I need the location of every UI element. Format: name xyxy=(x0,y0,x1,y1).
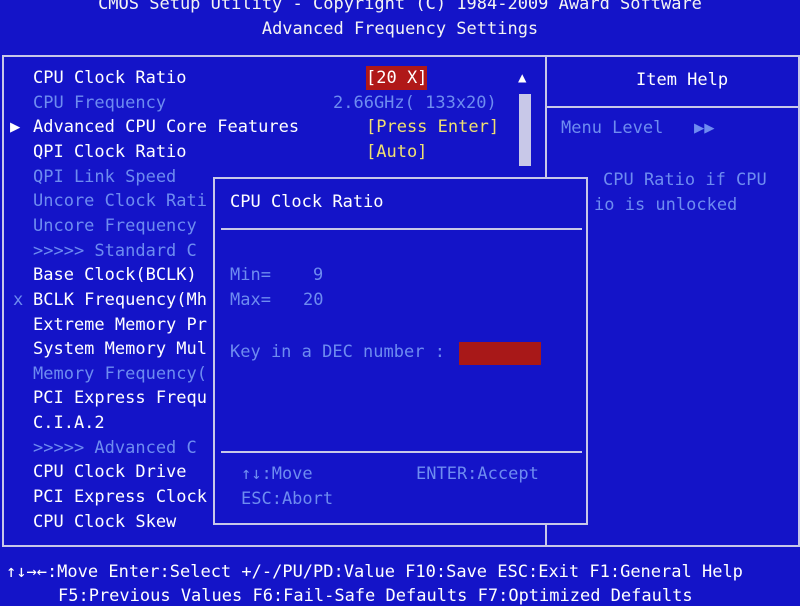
dec-number-input[interactable] xyxy=(459,342,541,365)
menu-item-label[interactable]: Advanced CPU Core Features xyxy=(33,115,299,139)
menu-item-label[interactable]: Extreme Memory Pr xyxy=(33,313,207,337)
menu-item-label: CPU Frequency xyxy=(33,93,167,113)
hint-abort: ESC:Abort xyxy=(241,489,334,509)
menu-item-value[interactable]: [Auto] xyxy=(366,140,427,164)
menu-item-label: >>>>> Standard C xyxy=(33,241,197,261)
hint-accept: ENTER:Accept xyxy=(416,464,539,484)
scroll-up-arrow-icon[interactable]: ▲ xyxy=(518,70,526,86)
locked-marker-icon: x xyxy=(13,290,24,310)
min-value: 9 xyxy=(313,265,324,285)
menu-item-label[interactable]: PCI Express Clock xyxy=(33,485,207,509)
max-value: 20 xyxy=(303,290,324,310)
menu-item-label: Memory Frequency( xyxy=(33,364,207,384)
footer-keys-line1: ↑↓→←:Move Enter:Select +/-/PU/PD:Value F… xyxy=(6,562,743,582)
dialog-title-divider xyxy=(221,228,582,230)
menu-item-label[interactable]: Base Clock(BCLK) xyxy=(33,263,197,287)
header-title: CMOS Setup Utility - Copyright (C) 1984-… xyxy=(98,0,702,14)
menu-item-label[interactable]: C.I.A.2 xyxy=(33,411,105,435)
menu-item-label: Uncore Clock Rati xyxy=(33,191,207,211)
help-text-line2: io is unlocked xyxy=(594,195,738,215)
help-title: Item Help xyxy=(636,70,729,90)
menu-item-label: Uncore Frequency xyxy=(33,216,197,236)
menu-item-label[interactable]: CPU Clock Ratio xyxy=(33,66,187,90)
help-divider xyxy=(547,106,798,108)
menu-item-label[interactable]: QPI Clock Ratio xyxy=(33,140,187,164)
menu-item-label[interactable]: System Memory Mul xyxy=(33,337,207,361)
dec-number-prompt: Key in a DEC number : xyxy=(230,342,445,362)
menu-item-label[interactable]: CPU Clock Drive xyxy=(33,460,187,484)
menu-item-value: 2.66GHz( 133x20) xyxy=(333,93,497,113)
max-label: Max= xyxy=(230,290,271,310)
menu-item-label[interactable]: BCLK Frequency(Mh xyxy=(33,288,207,312)
menu-item-label[interactable]: PCI Express Frequ xyxy=(33,386,207,410)
menu-level-label: Menu Level xyxy=(561,118,664,138)
scrollbar[interactable] xyxy=(519,94,531,166)
menu-item-value[interactable]: [20 X] xyxy=(366,66,428,90)
footer-keys-line2: F5:Previous Values F6:Fail-Safe Defaults… xyxy=(58,586,693,606)
menu-item-label: >>>>> Advanced C xyxy=(33,438,197,458)
dialog-title: CPU Clock Ratio xyxy=(230,192,384,212)
dialog-hint-divider xyxy=(221,451,582,453)
help-text-line1: CPU Ratio if CPU xyxy=(603,170,767,190)
menu-item-value[interactable]: [Press Enter] xyxy=(366,115,499,139)
submenu-arrow-icon: ▶ xyxy=(10,117,21,137)
menu-item-label[interactable]: CPU Clock Skew xyxy=(33,510,176,534)
page-subtitle: Advanced Frequency Settings xyxy=(261,19,539,39)
menu-level-arrows-icon: ▶▶ xyxy=(694,118,715,138)
menu-item-label: QPI Link Speed xyxy=(33,167,177,187)
min-label: Min= xyxy=(230,265,271,285)
hint-move: ↑↓:Move xyxy=(241,464,313,484)
